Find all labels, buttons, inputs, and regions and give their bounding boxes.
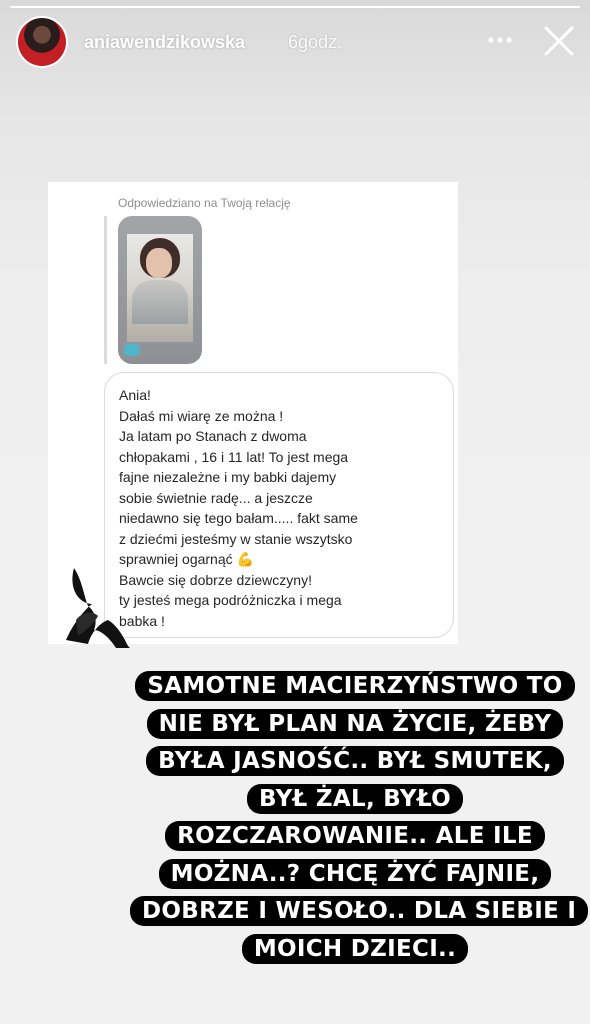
story-person-face <box>146 248 172 278</box>
avatar[interactable] <box>18 18 66 66</box>
story-caption: SAMOTNE MACIERZYŃSTWO TO NIE BYŁ PLAN NA… <box>130 668 589 968</box>
message-bubble: Ania! Dałaś mi wiarę ze można ! Ja latam… <box>104 372 454 638</box>
close-icon[interactable] <box>540 22 578 60</box>
reply-quote-bar <box>104 216 107 364</box>
story-person-jacket <box>132 280 188 324</box>
message-text: Ania! Dałaś mi wiarę ze można ! Ja latam… <box>119 387 358 629</box>
story-sticker <box>124 344 140 356</box>
caption-text: SAMOTNE MACIERZYŃSTWO TO NIE BYŁ PLAN NA… <box>130 671 589 964</box>
story-progress-bar <box>10 6 580 8</box>
more-horizontal-icon[interactable] <box>484 28 516 52</box>
sender-avatar-icon <box>66 568 130 648</box>
story-header: aniawendzikowska 6godz. <box>0 14 590 70</box>
replied-story-thumbnail[interactable] <box>118 216 202 364</box>
story-progress-fill <box>10 6 580 8</box>
username[interactable]: aniawendzikowska <box>84 32 245 53</box>
timestamp: 6godz. <box>288 32 343 52</box>
reply-label: Odpowiedziano na Twoją relację <box>118 196 291 210</box>
